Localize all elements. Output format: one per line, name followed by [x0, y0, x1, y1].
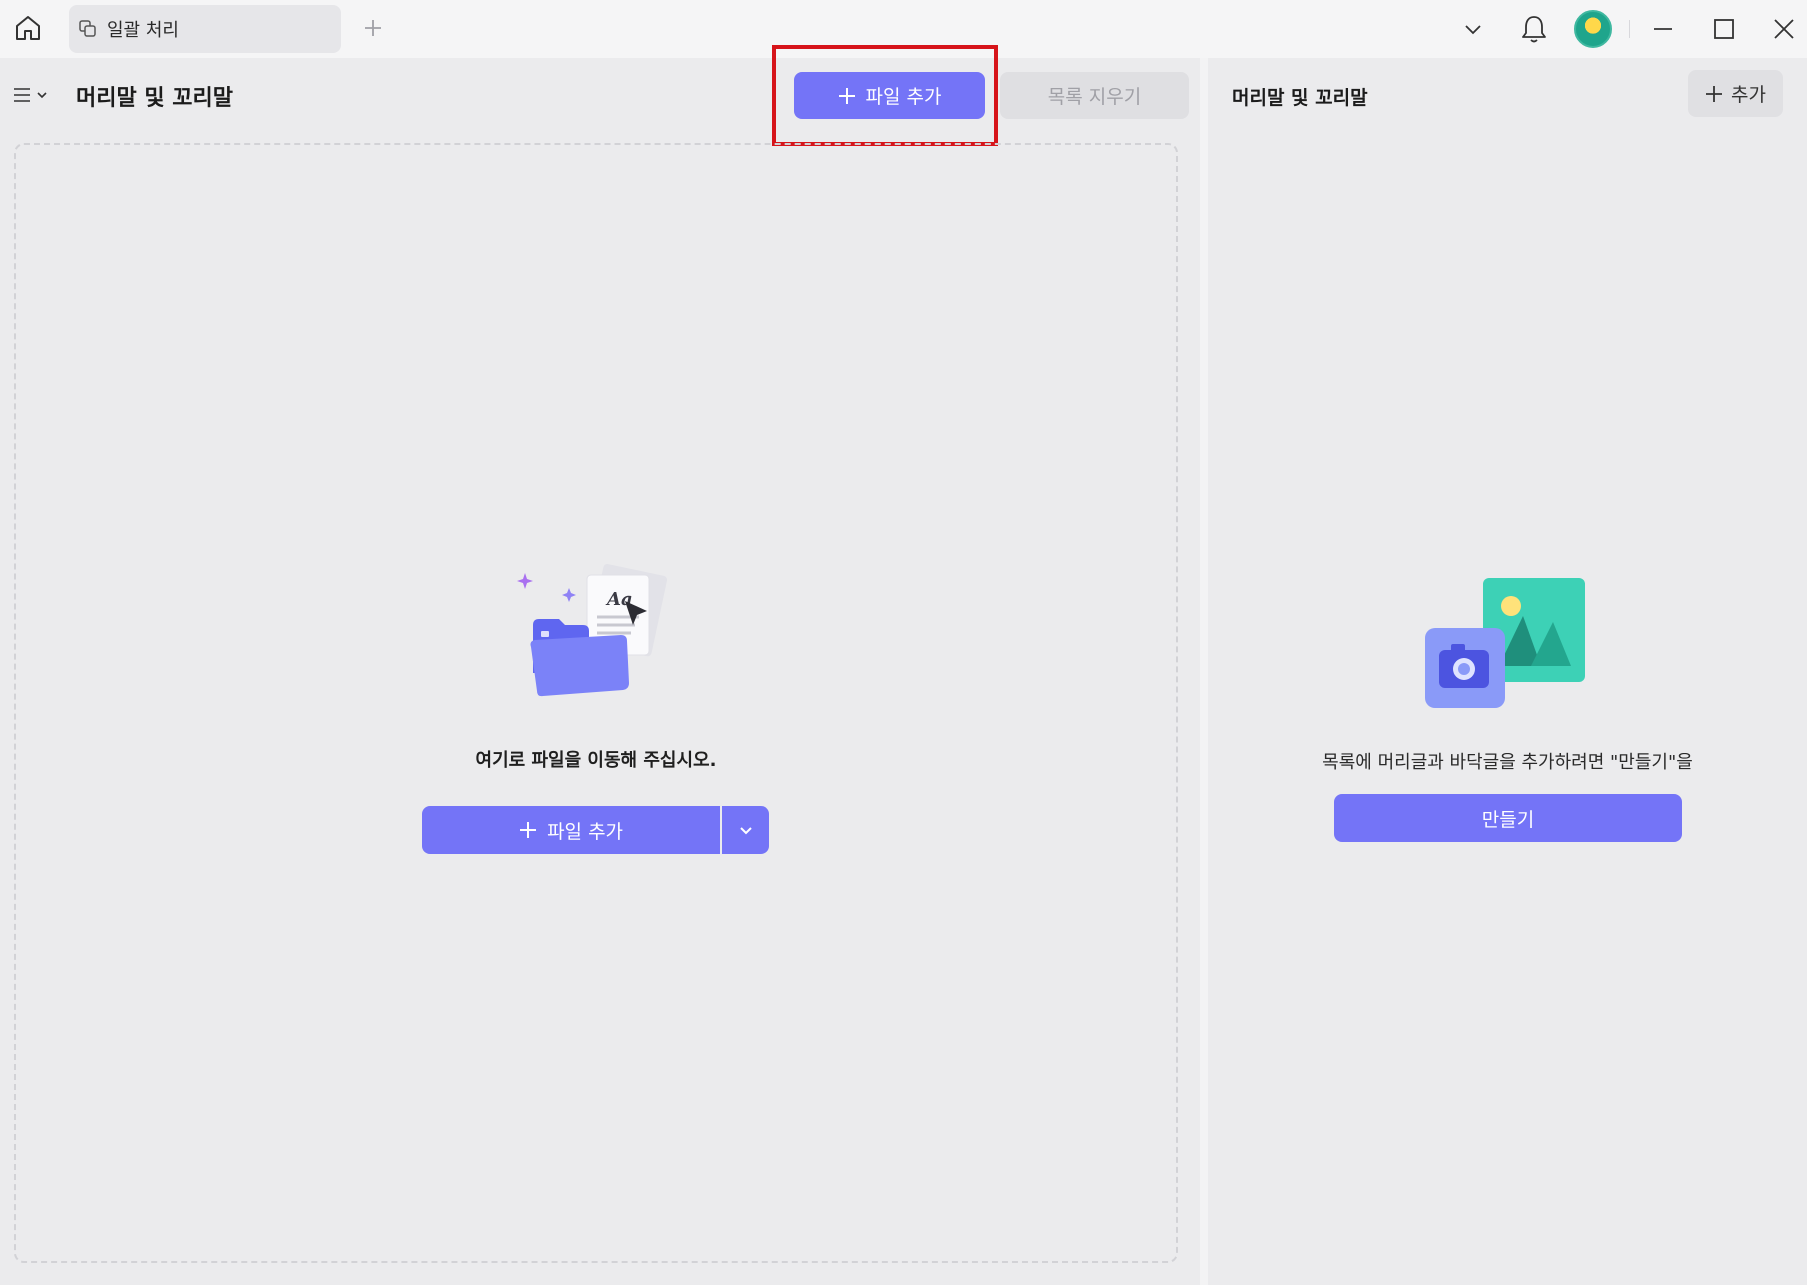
close-icon: [1774, 19, 1794, 39]
user-avatar[interactable]: [1574, 10, 1612, 48]
add-template-button[interactable]: 추가: [1688, 70, 1783, 117]
tab-label: 일괄 처리: [107, 20, 179, 41]
plus-icon: [520, 822, 537, 838]
bell-icon: [1522, 16, 1546, 43]
add-file-label: 파일 추가: [865, 86, 942, 108]
divider: [1629, 20, 1630, 38]
title-bar: 일괄 처리: [0, 0, 1807, 58]
minimize-icon: [1654, 28, 1672, 30]
add-file-options-button[interactable]: [722, 806, 769, 854]
plus-icon: [1706, 85, 1723, 102]
minimize-button[interactable]: [1643, 9, 1683, 49]
header-footer-panel: 머리말 및 꼬리말 추가 목록에 머리글과 바닥글을 추가하려면 "만들기"을 …: [1208, 58, 1807, 1285]
drop-add-file-label: 파일 추가: [547, 820, 624, 843]
clear-list-button[interactable]: 목록 지우기: [1000, 72, 1189, 119]
home-button[interactable]: [8, 8, 48, 48]
drop-add-file-split-button: 파일 추가: [422, 806, 769, 854]
batch-icon: [79, 18, 101, 40]
maximize-icon: [1714, 19, 1734, 39]
page-title: 머리말 및 꼬리말: [76, 86, 233, 111]
chevron-down-icon: [1465, 25, 1481, 35]
drop-hint: 여기로 파일을 이동해 주십시오.: [475, 750, 717, 771]
tabs-dropdown-button[interactable]: [1453, 9, 1493, 49]
create-hint: 목록에 머리글과 바닥글을 추가하려면 "만들기"을: [1322, 752, 1693, 773]
close-button[interactable]: [1764, 9, 1804, 49]
maximize-button[interactable]: [1704, 9, 1744, 49]
folder-document-icon: Aa: [517, 563, 668, 697]
image-camera-icon: [1425, 578, 1585, 708]
create-label: 만들기: [1481, 808, 1535, 831]
add-file-button[interactable]: 파일 추가: [794, 72, 985, 119]
header-footer-title: 머리말 및 꼬리말: [1232, 87, 1368, 109]
menu-button[interactable]: [12, 80, 56, 110]
chevron-down-icon: [739, 827, 752, 835]
add-template-label: 추가: [1731, 84, 1766, 106]
drop-add-file-button[interactable]: 파일 추가: [422, 806, 721, 854]
notifications-button[interactable]: [1514, 9, 1554, 49]
clear-list-label: 목록 지우기: [1047, 86, 1142, 108]
new-tab-button[interactable]: [358, 13, 388, 43]
plus-icon: [838, 87, 855, 104]
chevron-down-icon: [37, 92, 47, 99]
hamburger-icon: [14, 88, 30, 102]
file-list-panel: 머리말 및 꼬리말 파일 추가 목록 지우기 Aa 여기로 파일을 이동해 주십…: [0, 45, 1200, 1285]
plus-icon: [365, 20, 381, 36]
drop-zone[interactable]: [14, 143, 1178, 1263]
home-icon: [16, 16, 40, 40]
tab-batch-processing[interactable]: 일괄 처리: [69, 5, 341, 53]
create-button[interactable]: 만들기: [1334, 794, 1682, 842]
